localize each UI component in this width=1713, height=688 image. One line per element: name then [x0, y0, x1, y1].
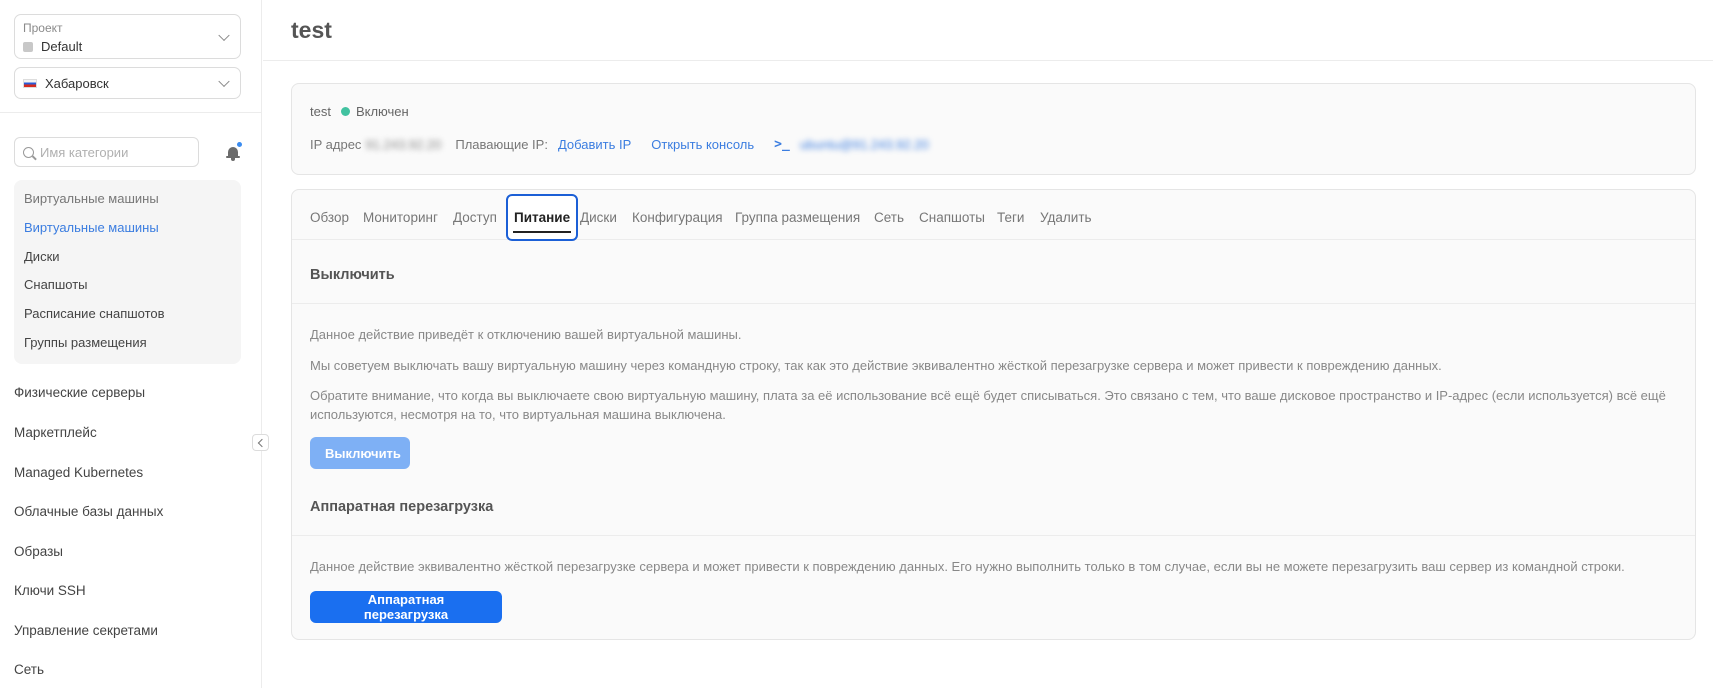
- vm-name: test: [310, 104, 331, 119]
- status-badge: Включен: [340, 104, 409, 119]
- tab-delete[interactable]: Удалить: [1040, 210, 1092, 225]
- header-divider: [263, 60, 1713, 61]
- project-icon: [23, 41, 33, 52]
- chevron-down-icon: [218, 29, 230, 41]
- shutdown-button[interactable]: Выключить: [310, 437, 410, 469]
- search-input[interactable]: [40, 144, 190, 160]
- tab-disks[interactable]: Диски: [580, 210, 617, 225]
- sidebar-item-virtual-machines[interactable]: Виртуальные машины: [24, 220, 159, 235]
- notification-dot: [236, 141, 243, 148]
- nav-item-cloud-databases[interactable]: Облачные базы данных: [14, 504, 163, 519]
- hard-reboot-text: Данное действие эквивалентно жёсткой пер…: [310, 559, 1625, 574]
- collapse-sidebar-button[interactable]: [252, 434, 269, 451]
- region-value: Хабаровск: [45, 76, 109, 91]
- open-console-link[interactable]: Открыть консоль: [651, 137, 754, 152]
- hard-reboot-title: Аппаратная перезагрузка: [310, 499, 494, 515]
- nav-item-managed-kubernetes[interactable]: Managed Kubernetes: [14, 465, 143, 480]
- shutdown-title: Выключить: [310, 267, 395, 283]
- tab-tags[interactable]: Теги: [997, 210, 1024, 225]
- region-value-wrap: Хабаровск: [23, 76, 109, 91]
- tab-placement-group[interactable]: Группа размещения: [735, 210, 860, 225]
- shutdown-text-3: Обратите внимание, что когда вы выключае…: [310, 388, 1666, 422]
- notification-bell-icon[interactable]: [226, 141, 243, 161]
- tab-overview[interactable]: Обзор: [310, 210, 349, 225]
- tab-configuration[interactable]: Конфигурация: [632, 210, 723, 225]
- chevron-down-icon: [218, 75, 230, 88]
- project-value: Default: [41, 39, 83, 54]
- status-text: Включен: [355, 104, 409, 119]
- ssh-command-link[interactable]: ubuntu@91.243.92.20: [800, 137, 929, 152]
- vm-status-row: test Включен: [310, 104, 409, 119]
- terminal-icon: >_: [774, 137, 790, 152]
- nav-item-ssh-keys[interactable]: Ключи SSH: [14, 583, 86, 598]
- vm-network-row: IP адрес 91.243.92.20 Плавающие IP: Доба…: [310, 137, 929, 152]
- sidebar-item-disks[interactable]: Диски: [24, 249, 60, 264]
- category-list: Виртуальные машины Виртуальные машины Ди…: [14, 180, 241, 364]
- tab-access[interactable]: Доступ: [453, 210, 497, 225]
- vm-details-card: Обзор Мониторинг Доступ Питание Диски Ко…: [291, 189, 1696, 640]
- sidebar-divider: [0, 112, 262, 113]
- section-divider: [292, 303, 1695, 304]
- sidebar: Проект Default Хабаровск Виртуальные маш…: [0, 0, 262, 688]
- bell-clapper: [231, 158, 235, 161]
- russia-flag-icon: [23, 79, 37, 88]
- section-divider: [292, 535, 1695, 536]
- project-value-wrap: Default: [23, 39, 82, 54]
- nav-item-images[interactable]: Образы: [14, 544, 63, 559]
- tab-network[interactable]: Сеть: [874, 210, 904, 225]
- sidebar-item-snapshot-schedule[interactable]: Расписание снапшотов: [24, 306, 165, 321]
- floating-ip-label: Плавающие IP:: [455, 137, 548, 152]
- nav-item-network[interactable]: Сеть: [14, 662, 44, 677]
- page-title: test: [291, 17, 332, 43]
- tab-active-underline: [513, 231, 572, 233]
- sidebar-item-snapshots[interactable]: Снапшоты: [24, 277, 88, 292]
- shutdown-text-2: Мы советуем выключать вашу виртуальную м…: [310, 358, 1442, 373]
- status-dot-icon: [340, 107, 350, 116]
- nav-item-secrets[interactable]: Управление секретами: [14, 623, 158, 638]
- region-select[interactable]: Хабаровск: [14, 67, 241, 99]
- vm-info-card: test Включен IP адрес 91.243.92.20 Плава…: [291, 83, 1696, 175]
- ip-label: IP адрес: [310, 137, 362, 152]
- nav-item-physical-servers[interactable]: Физические серверы: [14, 385, 145, 400]
- tab-snapshots[interactable]: Снапшоты: [919, 210, 985, 225]
- category-header[interactable]: Виртуальные машины: [24, 191, 159, 206]
- nav-item-marketplace[interactable]: Маркетплейс: [14, 425, 97, 440]
- tab-power-label: Питание: [514, 210, 571, 225]
- tab-power[interactable]: Питание: [506, 194, 579, 241]
- tab-monitoring[interactable]: Мониторинг: [363, 210, 438, 225]
- category-search[interactable]: [14, 137, 199, 167]
- project-select[interactable]: Проект Default: [14, 14, 241, 59]
- tab-bar: Обзор Мониторинг Доступ Питание Диски Ко…: [292, 190, 1695, 241]
- hard-reboot-button[interactable]: Аппаратная перезагрузка: [310, 591, 502, 623]
- shutdown-text-1: Данное действие приведёт к отключению ва…: [310, 327, 742, 342]
- add-ip-link[interactable]: Добавить IP: [558, 137, 631, 152]
- search-icon: [23, 146, 34, 158]
- project-caption: Проект: [23, 21, 63, 35]
- sidebar-item-placement-groups[interactable]: Группы размещения: [24, 335, 147, 350]
- ip-value: 91.243.92.20: [365, 137, 442, 152]
